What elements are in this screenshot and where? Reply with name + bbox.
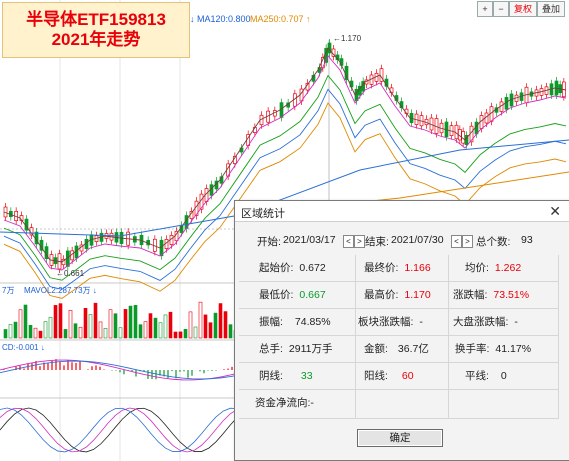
- volume-bar: [173, 331, 178, 339]
- chart-title-overlay: 半导体ETF159813 2021年走势: [2, 2, 190, 58]
- volume-bar: [53, 305, 58, 339]
- ma120-legend: ↓ MA120:0.800: [190, 14, 251, 24]
- volume-bar: [88, 314, 93, 339]
- stat-market-change: 大盘涨跌幅: -: [449, 309, 559, 336]
- end-next-button[interactable]: >: [462, 235, 473, 248]
- volume-bar: [18, 309, 23, 339]
- end-date: 2021/07/30: [391, 234, 444, 246]
- stat-sector-change: 板块涨跌幅: -: [356, 309, 449, 336]
- stat-flat-count: 平线: 0: [449, 363, 559, 390]
- volume-bar: [33, 327, 38, 339]
- stat-volume: 总手: 2911万手: [239, 336, 356, 363]
- volume-bar: [133, 305, 138, 339]
- overlay-button[interactable]: 叠加: [537, 1, 565, 17]
- region-stats-dialog: 区域统计 ✕ 开始: 2021/03/17 < > 结束: 2021/07/30…: [234, 200, 569, 461]
- volume-bar: [223, 311, 228, 339]
- volume-legend: 7万: [2, 286, 15, 295]
- stat-amplitude: 振幅: 74.85%: [239, 309, 356, 336]
- volume-bar: [143, 321, 148, 339]
- volume-bar: [178, 331, 183, 339]
- volume-bar: [38, 330, 43, 339]
- stat-amount: 金额: 36.7亿: [356, 336, 449, 363]
- count-value: 93: [521, 234, 533, 246]
- ma250-legend: MA250:0.707 ↑: [250, 14, 311, 24]
- title-line-2: 2021年走势: [51, 30, 141, 49]
- volume-bar: [153, 317, 158, 339]
- stats-grid: 起始价: 0.672 最终价: 1.166 均价: 1.262 最低价: 0.667 最…: [239, 255, 559, 419]
- start-label: 开始:: [257, 236, 281, 248]
- volume-bar: [103, 327, 108, 339]
- macd-legend: CD:-0.001 ↓: [2, 343, 45, 352]
- fuquan-button[interactable]: 复权: [509, 1, 537, 17]
- volume-bar: [118, 327, 123, 339]
- volume-bar: [193, 326, 198, 339]
- volume-bar: [58, 303, 63, 339]
- mavol2-legend: MAVOL2:287.73万 ↓: [24, 286, 97, 295]
- start-next-button[interactable]: >: [354, 235, 365, 248]
- volume-bar: [218, 303, 223, 339]
- volume-bar: [108, 309, 113, 339]
- volume-bar: [43, 321, 48, 339]
- end-prev-button[interactable]: <: [451, 235, 462, 248]
- volume-bar: [228, 324, 233, 339]
- low-price-marker: ←0.661: [56, 269, 85, 278]
- volume-bar: [68, 309, 73, 339]
- volume-bar: [23, 304, 28, 339]
- stat-open: 起始价: 0.672: [239, 255, 356, 282]
- stat-change: 涨跌幅: 73.51%: [449, 282, 559, 309]
- volume-bar: [198, 301, 203, 339]
- volume-bar: [48, 316, 53, 339]
- volume-bar: [148, 313, 153, 339]
- stat-empty-2: [449, 390, 559, 419]
- stat-low: 最低价: 0.667: [239, 282, 356, 309]
- volume-bar: [163, 314, 168, 339]
- stat-high: 最高价: 1.170: [356, 282, 449, 309]
- volume-bar: [83, 307, 88, 339]
- volume-bar: [93, 302, 98, 339]
- stat-empty-1: [356, 390, 449, 419]
- volume-bar: [8, 324, 13, 339]
- ok-button[interactable]: 确定: [357, 429, 443, 447]
- stat-close: 最终价: 1.166: [356, 255, 449, 282]
- volume-bar: [13, 321, 18, 339]
- volume-bar: [213, 312, 218, 339]
- volume-bar: [3, 329, 8, 339]
- end-label: 结束:: [365, 236, 389, 248]
- start-date: 2021/03/17: [283, 234, 336, 246]
- high-price-marker: ←1.170: [333, 34, 362, 43]
- zoom-in-button[interactable]: +: [477, 1, 493, 17]
- stat-up-count: 阳线: 60: [356, 363, 449, 390]
- stat-down-count: 阴线: 33: [239, 363, 356, 390]
- volume-bar: [183, 329, 188, 339]
- volume-bar: [123, 309, 128, 339]
- close-icon[interactable]: ✕: [549, 203, 561, 220]
- volume-bar: [63, 329, 68, 339]
- stat-turnover: 换手率: 41.17%: [449, 336, 559, 363]
- volume-bar: [28, 325, 33, 339]
- start-prev-button[interactable]: <: [343, 235, 354, 248]
- volume-bar: [158, 322, 163, 339]
- title-line-1: 半导体ETF159813: [26, 10, 166, 29]
- volume-bar: [128, 305, 133, 339]
- zoom-out-button[interactable]: −: [493, 1, 509, 17]
- volume-bar: [138, 324, 143, 339]
- stat-capital-flow: 资金净流向:-: [239, 390, 356, 419]
- stat-avg: 均价: 1.262: [449, 255, 559, 282]
- date-range-row: 开始: 2021/03/17 < > 结束: 2021/07/30 < > 总个…: [257, 234, 561, 250]
- volume-bar: [73, 323, 78, 339]
- dialog-title: 区域统计: [241, 208, 285, 220]
- count-label: 总个数:: [476, 236, 511, 248]
- volume-bar: [203, 314, 208, 339]
- volume-bar: [188, 311, 193, 339]
- volume-bar: [98, 321, 103, 339]
- volume-bar: [168, 311, 173, 339]
- dialog-titlebar[interactable]: 区域统计 ✕: [235, 201, 569, 222]
- volume-bar: [78, 326, 83, 339]
- volume-bar: [208, 322, 213, 339]
- volume-bar: [113, 313, 118, 339]
